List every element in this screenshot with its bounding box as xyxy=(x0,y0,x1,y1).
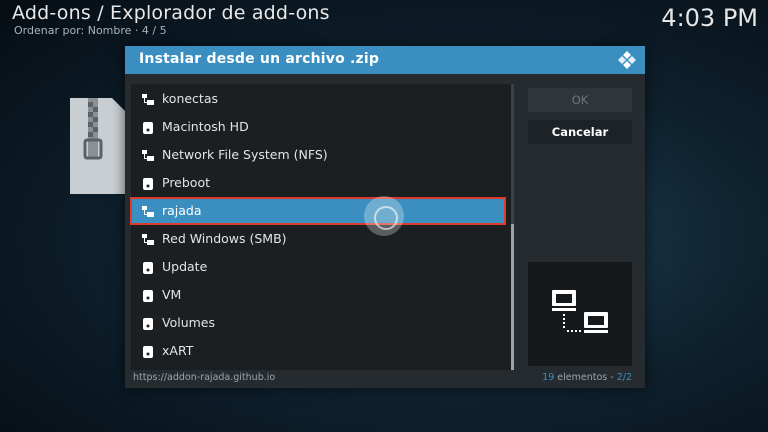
item-count: 19 xyxy=(542,372,555,383)
list-item-label: Volumes xyxy=(162,315,216,330)
drive-icon xyxy=(141,120,155,134)
scrollbar[interactable] xyxy=(511,84,514,370)
list-item-label: Update xyxy=(162,259,208,274)
list-item[interactable]: rajada xyxy=(130,197,506,225)
kodi-logo-icon xyxy=(618,51,636,69)
pointer-indicator xyxy=(364,196,404,236)
drive-icon xyxy=(141,344,155,358)
list-item-label: Preboot xyxy=(162,175,211,190)
list-item[interactable]: Preboot xyxy=(131,170,505,196)
source-list: konectas Macintosh HD Network File System … xyxy=(130,84,511,370)
list-item-label: Red Windows (SMB) xyxy=(162,231,287,246)
network-share-icon xyxy=(141,148,155,162)
list-item[interactable]: Update xyxy=(131,254,505,280)
footer-item-count: 19 elementos - 2/2 xyxy=(542,372,632,383)
list-item[interactable]: xART xyxy=(131,338,505,364)
list-item[interactable]: Network File System (NFS) xyxy=(131,142,505,168)
cancel-button[interactable]: Cancelar xyxy=(528,120,632,144)
drive-icon xyxy=(141,288,155,302)
network-share-icon xyxy=(141,204,155,218)
network-share-icon xyxy=(141,232,155,246)
list-item-label: Network File System (NFS) xyxy=(162,147,328,162)
dialog-title: Instalar desde un archivo .zip xyxy=(139,51,380,67)
list-item-label: konectas xyxy=(162,91,218,106)
scrollbar-thumb[interactable] xyxy=(511,224,514,370)
sort-info: Ordenar por: Nombre · 4 / 5 xyxy=(14,24,167,37)
zip-file-icon xyxy=(70,98,128,194)
list-item[interactable]: VM xyxy=(131,282,505,308)
list-item-label: rajada xyxy=(162,203,202,218)
clock: 4:03 PM xyxy=(661,4,758,32)
dialog-header: Instalar desde un archivo .zip xyxy=(125,46,645,74)
drive-icon xyxy=(141,260,155,274)
ok-button[interactable]: OK xyxy=(528,88,632,112)
drive-icon xyxy=(141,176,155,190)
network-icon xyxy=(552,290,608,333)
list-item[interactable]: konectas xyxy=(131,86,505,112)
page-indicator: 2/2 xyxy=(616,372,632,383)
list-item[interactable]: Volumes xyxy=(131,310,505,336)
list-item[interactable]: Macintosh HD xyxy=(131,114,505,140)
list-item-label: VM xyxy=(162,287,182,302)
page-title: Add-ons / Explorador de add-ons xyxy=(12,2,330,24)
preview-panel xyxy=(528,262,632,366)
footer-path: https://addon-rajada.github.io xyxy=(133,372,276,383)
item-count-suffix: elementos - xyxy=(554,372,617,383)
list-item[interactable]: Red Windows (SMB) xyxy=(131,226,505,252)
network-share-icon xyxy=(141,92,155,106)
drive-icon xyxy=(141,316,155,330)
list-item-label: xART xyxy=(162,343,194,358)
list-item-label: Macintosh HD xyxy=(162,119,249,134)
